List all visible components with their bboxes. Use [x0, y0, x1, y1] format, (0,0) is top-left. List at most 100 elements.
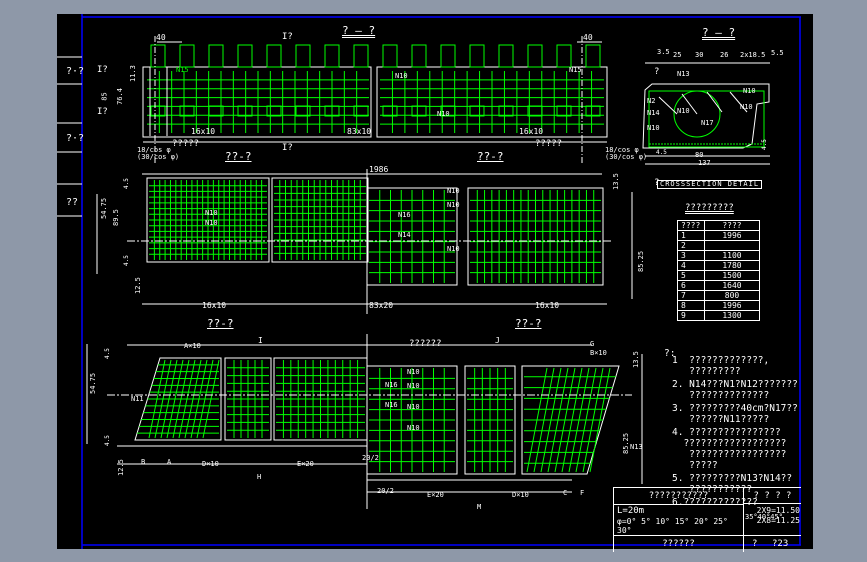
table-row: 1 1996 — [677, 230, 760, 241]
value: 2X9=11.50 — [756, 506, 800, 515]
spacing-note: 18/cos φ (30/cos φ) — [137, 146, 180, 161]
dim-label: 11.3 — [129, 65, 137, 82]
rebar-label: N10 — [447, 201, 460, 209]
dim-label: B — [141, 458, 146, 466]
dim-label: 83x20 — [369, 301, 394, 310]
rebar-number: 2 — [677, 240, 705, 251]
dim-label: F — [580, 489, 585, 497]
rebar-stirrup-top — [440, 44, 456, 68]
rebar-label: N10 — [647, 124, 660, 132]
dim-label: 12.5 — [134, 277, 142, 294]
dim-label: 85.25 — [637, 250, 645, 272]
table-row: 7 800 — [677, 290, 760, 301]
dim-label: A — [167, 458, 172, 466]
rebar-length: 1500 — [704, 270, 760, 281]
rebar-stirrup-bottom — [382, 105, 398, 117]
elevation-title: ? — ? — [342, 24, 376, 37]
rebar-length: 1300 — [704, 310, 760, 321]
beam-outline — [142, 66, 372, 138]
dim-label: 54.75 — [89, 372, 97, 394]
rebar-label: N10 — [407, 382, 420, 390]
title-values: 35°40°45° 2X9=11.50 2X8=11.25 — [743, 503, 801, 536]
rebar-stirrup-top — [382, 44, 398, 68]
rebar-label: N16 — [385, 401, 398, 409]
side-label: ?? — [66, 197, 79, 208]
rebar-label: N11 — [131, 395, 144, 403]
dim-label: 4.5 — [123, 255, 130, 266]
note-item: 3. ?????????40cm?N17?? ??????N11????? — [672, 403, 798, 425]
rebar-label: N10 — [740, 103, 753, 111]
rebar-stirrup-bottom — [469, 105, 485, 117]
dim-label: D×10 — [202, 460, 219, 468]
section-mark: I? — [97, 107, 108, 117]
section-title: ? — ? — [702, 26, 736, 39]
rebar-number: 6 — [677, 280, 705, 291]
rebar-stirrup-bottom — [295, 105, 311, 117]
note-label: ????? — [535, 139, 563, 149]
rebar-stirrup-bottom — [556, 105, 572, 117]
dim-label: 4.5 — [104, 435, 111, 446]
table-row: 3 1100 — [677, 250, 760, 261]
rebar-label: N10 — [677, 107, 690, 115]
rebar-label: N10 — [447, 245, 460, 253]
side-label: ?·? — [66, 66, 85, 77]
rebar-stirrup-top — [527, 44, 543, 68]
rebar-number: 7 — [677, 290, 705, 301]
rebar-label: N15 — [569, 66, 582, 74]
rebar-label: N10 — [447, 187, 460, 195]
sheet-number: ?23 — [772, 539, 789, 549]
rebar-stirrup-top — [353, 44, 369, 68]
section-mark: ? — [654, 67, 660, 77]
dim-label: A×10 — [184, 342, 201, 350]
rebar-length: 1100 — [704, 250, 760, 261]
dim-label: 25 — [673, 51, 682, 59]
dim-label: 80 — [695, 151, 704, 159]
dim-label: 3.5 — [657, 48, 670, 56]
dim-label: 4.5 — [761, 139, 768, 150]
rebar-stirrup-top — [585, 44, 601, 68]
scale-label: ? ? ? ? — [743, 487, 801, 504]
dim-label: 54.75 — [100, 197, 108, 219]
dim-label: 4.5 — [123, 178, 130, 189]
dim-label: 16x10 — [202, 301, 227, 310]
cad-drawing-sheet: ?·? ?·? ?? ? — ? I? I? I? I? 40 40 16x10… — [57, 14, 813, 552]
rebar-label: N14 — [398, 231, 411, 239]
plan-title: ??-? — [207, 317, 234, 330]
rebar-length: 1640 — [704, 280, 760, 291]
rebar-number: 8 — [677, 300, 705, 311]
dim-label: 20/2 — [362, 454, 379, 462]
dim-label: 16x10 — [535, 301, 560, 310]
hatch — [658, 96, 678, 115]
dim-label: 40 — [156, 33, 166, 42]
rebar-stirrup-bottom — [179, 105, 195, 117]
rebar-label: N2 — [647, 97, 656, 105]
rebar-number: 4 — [677, 260, 705, 271]
table-header-row: ???????? — [677, 220, 760, 231]
dim-label: 13.5 — [632, 351, 640, 368]
rebar-length — [704, 240, 760, 251]
table-row: 6 1640 — [677, 280, 760, 291]
title-block-main: ??????????? L=20m φ=0° 5° 10° 15° 20° 25… — [613, 487, 744, 536]
dim-label: 2x18.5 — [740, 51, 766, 59]
rebar-stirrup-top — [324, 44, 340, 68]
table-row: 5 1500 — [677, 270, 760, 281]
rebar-label: N13 — [630, 443, 643, 451]
dim-label: 4.5 — [104, 348, 111, 359]
rebar-stirrup-bottom — [527, 105, 543, 117]
rebar-stirrup-bottom — [353, 105, 369, 117]
dim-label: B×10 — [590, 349, 607, 357]
rebar-label: N10 — [407, 424, 420, 432]
rebar-length: 1780 — [704, 260, 760, 271]
sheet-info: ? ?23 — [743, 535, 801, 552]
hatch-caption: CROSSSECTION DETAIL — [657, 180, 763, 189]
note-label: ?????? — [409, 339, 442, 349]
rebar-length: 1996 — [704, 300, 760, 311]
plan-title: ??-? — [477, 150, 504, 163]
table-row: 9 1300 — [677, 310, 760, 321]
dim-label: 13.5 — [612, 173, 620, 190]
spacing-note: 18/cos φ (30/cos φ) — [605, 146, 648, 161]
rebar-label: N16 — [385, 381, 398, 389]
dim-label: 12.5 — [117, 459, 125, 476]
dim-label: I — [258, 336, 263, 345]
rebar-number: 5 — [677, 270, 705, 281]
